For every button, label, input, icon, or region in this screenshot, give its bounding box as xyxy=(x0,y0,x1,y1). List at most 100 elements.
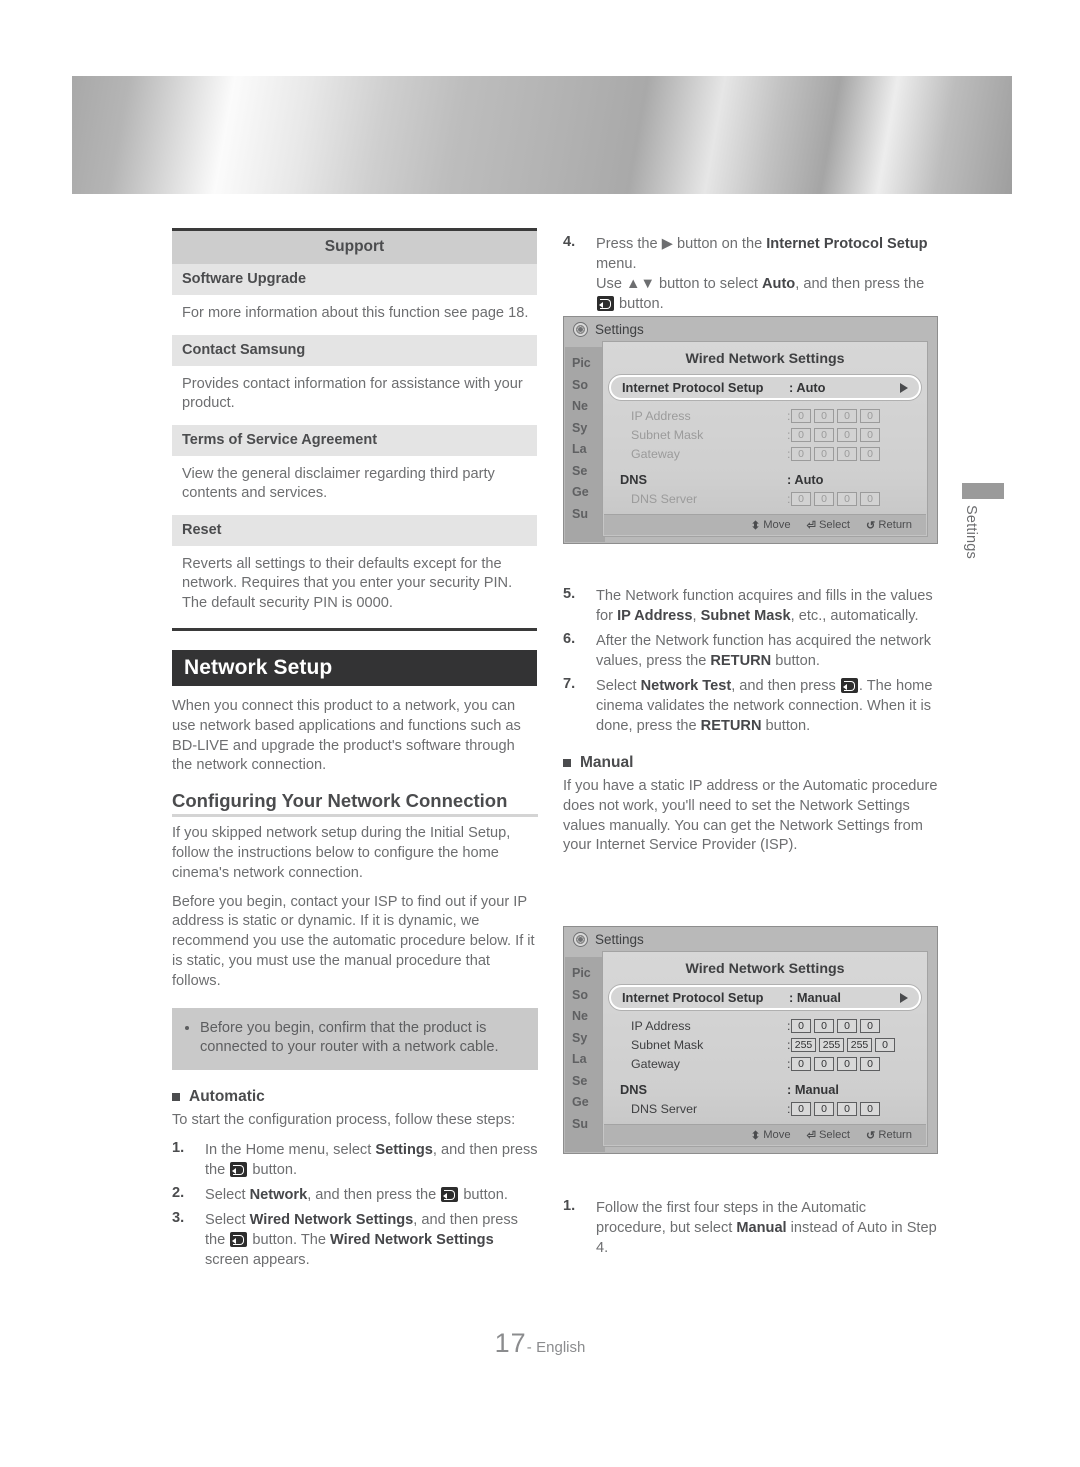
octet-field: 0 xyxy=(837,446,857,461)
tv-footer-move[interactable]: ⬍ Move xyxy=(751,519,791,532)
automatic-steps-rest: 5. The Network function acquires and fill… xyxy=(563,586,938,736)
octet-field[interactable]: 255 xyxy=(791,1037,816,1052)
tv-highlight-value: : Auto xyxy=(789,380,826,395)
tv-sidebar-item[interactable]: Ge xyxy=(565,1092,605,1114)
tv-field-row[interactable]: Gateway:0 0 0 0 xyxy=(609,1054,921,1073)
octet-field[interactable]: 255 xyxy=(819,1037,844,1052)
tv-footer-return[interactable]: ↺ Return xyxy=(866,1129,912,1142)
tv-footer-return[interactable]: ↺ Return xyxy=(866,519,912,532)
network-setup-intro: When you connect this product to a netwo… xyxy=(172,698,521,774)
step-text: Press the ▶ button on the Internet Proto… xyxy=(596,236,928,312)
tv-sidebar-item[interactable]: Ge xyxy=(565,482,605,504)
octet-field[interactable]: 0 xyxy=(814,1101,834,1116)
octet-field[interactable]: 0 xyxy=(814,1018,834,1033)
support-table: Support Software Upgrade For more informa… xyxy=(172,228,537,631)
numbered-step: 3. Select Wired Network Settings, and the… xyxy=(172,1210,538,1270)
octet-field[interactable]: 0 xyxy=(860,1018,880,1033)
tv-panel: Wired Network Settings Internet Protocol … xyxy=(602,341,928,537)
page-separator: - xyxy=(526,1339,532,1356)
octet-group: 0000 xyxy=(791,1056,880,1071)
step-text: Select Network Test, and then press . Th… xyxy=(596,678,933,734)
tv-field-colon: : xyxy=(787,446,791,461)
tv-sidebar-item[interactable]: La xyxy=(565,439,605,461)
tv-field-row[interactable]: IP Address:0 0 0 0 xyxy=(609,1016,921,1035)
network-paragraph-1: If you skipped network setup during the … xyxy=(172,825,511,881)
network-paragraph-2: Before you begin, contact your ISP to fi… xyxy=(172,893,535,989)
tv-field-label: Subnet Mask xyxy=(631,1037,704,1052)
octet-field: 0 xyxy=(814,408,834,423)
octet-field[interactable]: 0 xyxy=(791,1101,811,1116)
tv-field-colon: : xyxy=(787,1056,791,1071)
tv-sidebar-item[interactable]: Se xyxy=(565,1071,605,1093)
tv-footer-select[interactable]: ⏎ Select xyxy=(807,1129,850,1142)
support-row-body: Reverts all settings to their defaults e… xyxy=(182,555,513,611)
tv-highlighted-row[interactable]: Internet Protocol Setup: Manual xyxy=(609,985,921,1010)
tv-highlight-label: Internet Protocol Setup xyxy=(622,380,764,395)
subsection-rule xyxy=(172,814,538,818)
tv-dns-server-row[interactable]: DNS Server:0 0 0 0 xyxy=(609,1099,921,1118)
square-bullet-icon xyxy=(172,1093,180,1102)
tv-sidebar-item[interactable]: Sy xyxy=(565,1028,605,1050)
automatic-steps-left: 1. In the Home menu, select Settings, and… xyxy=(172,1140,538,1270)
tv-dns-row[interactable]: DNS: Manual xyxy=(609,1080,921,1099)
tv-field-label: DNS Server xyxy=(631,1101,698,1116)
octet-group: 0000 xyxy=(791,491,880,506)
octet-field[interactable]: 0 xyxy=(875,1037,895,1052)
tv-field-row: Subnet Mask:0 0 0 0 xyxy=(609,425,921,444)
tv-sidebar-item[interactable]: Su xyxy=(565,504,605,526)
automatic-lead: To start the configuration process, foll… xyxy=(172,1112,516,1129)
tv-sidebar-item[interactable]: Su xyxy=(565,1114,605,1136)
tv-sidebar-item[interactable]: Ne xyxy=(565,396,605,418)
page-language: English xyxy=(536,1339,586,1356)
octet-field[interactable]: 0 xyxy=(837,1056,857,1071)
octet-field[interactable]: 0 xyxy=(791,1018,811,1033)
manual-lead: If you have a static IP address or the A… xyxy=(563,778,938,854)
step-number: 3. xyxy=(172,1209,185,1226)
tv-screenshot-auto: Settings Pic So Ne Sy La Se Ge Su Wired Network S… xyxy=(563,316,938,544)
header-banner-gradient xyxy=(72,76,1012,194)
gear-icon xyxy=(573,322,588,337)
tv-field-colon: : xyxy=(787,408,791,423)
tv-field-label: Gateway xyxy=(631,1056,680,1071)
octet-field[interactable]: 0 xyxy=(860,1056,880,1071)
tv-sidebar-item[interactable]: Sy xyxy=(565,418,605,440)
tv-dns-row[interactable]: DNS: Auto xyxy=(609,470,921,489)
octet-field[interactable]: 0 xyxy=(791,1056,811,1071)
table-rule-bottom xyxy=(172,628,537,631)
tv-sidebar-item[interactable]: Pic xyxy=(565,353,605,375)
tv-sidebar-item[interactable]: Pic xyxy=(565,963,605,985)
octet-field: 0 xyxy=(860,408,880,423)
tv-sidebar-item[interactable]: So xyxy=(565,375,605,397)
tv-highlighted-row[interactable]: Internet Protocol Setup : Auto xyxy=(609,375,921,400)
enter-key-icon: ⏎ xyxy=(806,1129,816,1142)
support-table-header: Support xyxy=(172,231,537,264)
tv-sidebar-item[interactable]: Se xyxy=(565,461,605,483)
tv-window-title: Settings xyxy=(595,932,644,947)
tv-sidebar-item[interactable]: Ne xyxy=(565,1006,605,1028)
octet-field[interactable]: 0 xyxy=(837,1101,857,1116)
updown-arrow-icon: ⬍ xyxy=(750,519,761,532)
tv-footer-move[interactable]: ⬍ Move xyxy=(751,1129,791,1142)
octet-field[interactable]: 255 xyxy=(847,1037,872,1052)
right-column-top: 4. Press the ▶ button on the Internet Pro… xyxy=(563,228,938,319)
octet-field[interactable]: 0 xyxy=(860,1101,880,1116)
octet-field: 0 xyxy=(814,491,834,506)
tv-sidebar-item[interactable]: So xyxy=(565,985,605,1007)
tv-footer-select[interactable]: ⏎ Select xyxy=(807,519,850,532)
step-text: Select Wired Network Settings, and then … xyxy=(205,1211,518,1268)
octet-field[interactable]: 0 xyxy=(837,1018,857,1033)
chevron-right-icon xyxy=(900,992,908,1003)
step-number: 1. xyxy=(563,1198,576,1214)
octet-field[interactable]: 0 xyxy=(814,1056,834,1071)
tv-dns-server-row: DNS Server:0 0 0 0 xyxy=(609,489,921,508)
return-arrow-icon: ↺ xyxy=(866,519,876,532)
support-row-title: Reset xyxy=(172,514,537,546)
numbered-step: 1. In the Home menu, select Settings, and… xyxy=(172,1140,538,1180)
tv-screenshot-manual: Settings Pic So Ne Sy La Se Ge Su Wired Network S… xyxy=(563,926,938,1154)
step-number: 4. xyxy=(563,234,576,250)
octet-group: 0000 xyxy=(791,408,880,423)
tv-field-colon: : xyxy=(787,1101,791,1116)
tv-field-row[interactable]: Subnet Mask:255 255 255 0 xyxy=(609,1035,921,1054)
tv-sidebar-item[interactable]: La xyxy=(565,1049,605,1071)
subsection-title: Configuring Your Network Connection xyxy=(172,790,508,812)
